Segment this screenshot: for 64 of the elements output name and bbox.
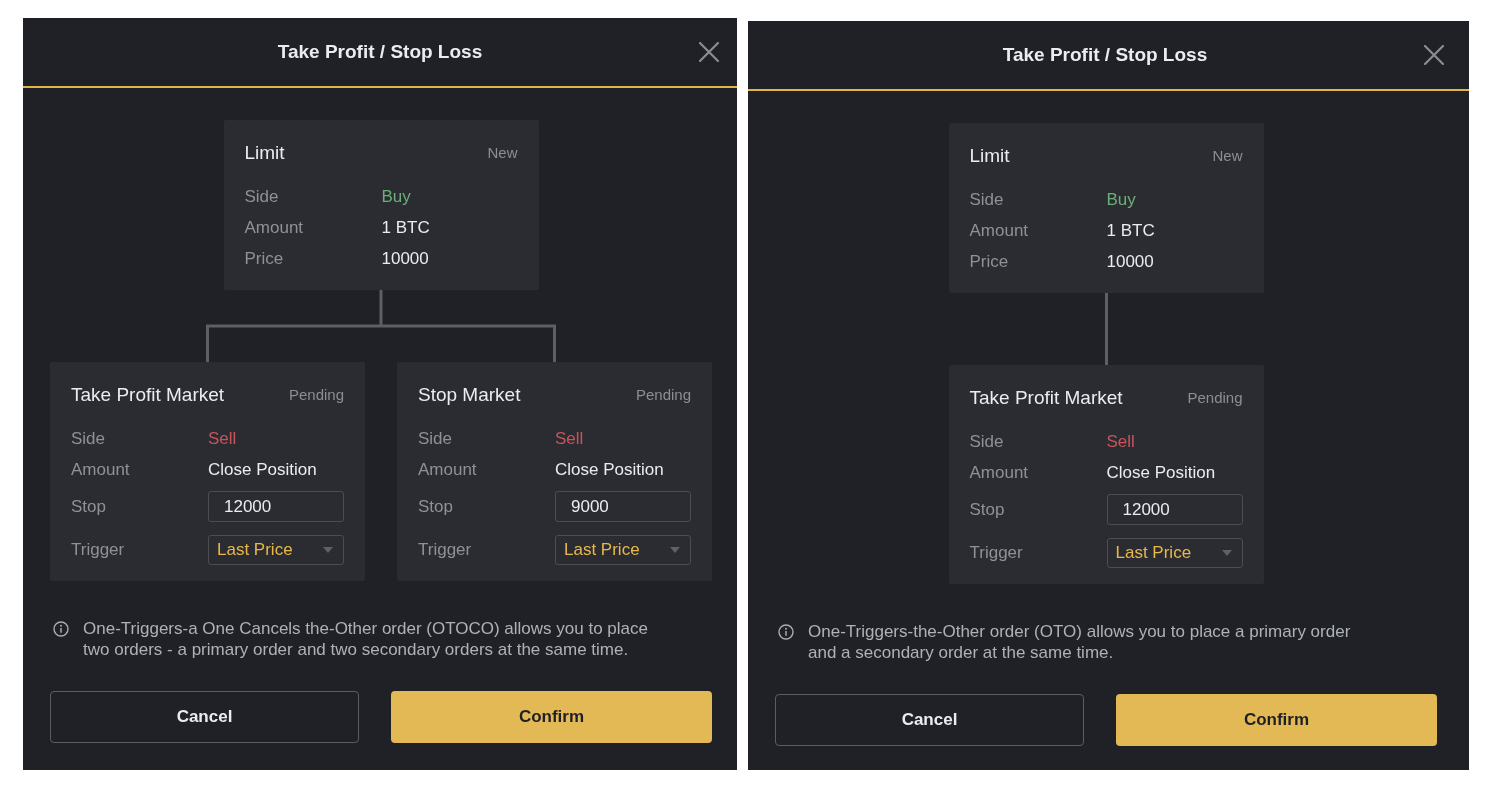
side-value: Sell <box>208 427 237 450</box>
side-value: Sell <box>1106 430 1135 453</box>
connector-lines <box>1104 293 1108 365</box>
info-icon <box>778 624 794 640</box>
field-label: Stop <box>71 495 107 518</box>
field-value: Close Position <box>555 458 664 481</box>
caret-icon <box>1221 549 1232 556</box>
field-value: 10000 <box>381 247 429 270</box>
field-label: Amount <box>969 461 1030 484</box>
stop-input[interactable]: 12000 <box>1106 494 1243 525</box>
field-label: Amount <box>244 216 305 239</box>
cancel-button[interactable]: Cancel <box>775 694 1084 746</box>
field-label: Side <box>244 185 280 208</box>
close-icon <box>1424 45 1444 65</box>
dialog-title: Take Profit / Stop Loss <box>1002 42 1208 67</box>
field-value: 1 BTC <box>1106 219 1155 242</box>
field-label: Price <box>244 247 285 270</box>
caret-icon <box>670 546 680 553</box>
field-value: 1 BTC <box>381 216 430 239</box>
side-value: Buy <box>381 185 411 208</box>
order-status: New <box>487 142 518 163</box>
field-label: Trigger <box>418 538 473 561</box>
field-label: Side <box>969 188 1005 211</box>
trigger-dropdown[interactable]: Last Price <box>1106 537 1243 568</box>
order-status: Pending <box>1187 387 1243 408</box>
field-label: Side <box>418 427 454 450</box>
close-button[interactable] <box>1423 44 1445 66</box>
trigger-dropdown[interactable]: Last Price <box>208 534 344 565</box>
field-value: Close Position <box>1106 461 1216 484</box>
confirm-button[interactable]: Confirm <box>1116 694 1437 746</box>
field-label: Stop <box>418 495 454 518</box>
order-type: Take Profit Market <box>71 382 225 407</box>
order-type: Stop Market <box>418 382 521 407</box>
field-label: Amount <box>969 219 1030 242</box>
field-label: Side <box>71 427 107 450</box>
order-type: Limit <box>969 143 1010 168</box>
close-button[interactable] <box>698 41 720 63</box>
field-value: Close Position <box>208 458 317 481</box>
field-label: Price <box>969 250 1010 273</box>
field-value: 10000 <box>1106 250 1154 273</box>
order-status: New <box>1212 145 1243 166</box>
trigger-dropdown[interactable]: Last Price <box>555 534 691 565</box>
field-label: Trigger <box>969 541 1024 564</box>
dialog-title: Take Profit / Stop Loss <box>277 39 483 64</box>
info-text: One-Triggers-the-Other order (OTO) allows you to place a primary order and a secondary order at the same time. <box>808 621 1352 663</box>
field-label: Amount <box>418 458 478 481</box>
info-text: One-Triggers-a One Cancels the-Other order (OTOCO) allows you to place two orders - a primary order and two secondary orders at the same time. <box>83 618 649 660</box>
field-label: Trigger <box>71 538 126 561</box>
info-icon <box>53 621 69 637</box>
order-status: Pending <box>288 384 344 405</box>
field-label: Amount <box>71 458 131 481</box>
stop-input[interactable]: 9000 <box>555 491 691 522</box>
field-label: Side <box>969 430 1005 453</box>
order-type: Take Profit Market <box>969 385 1123 410</box>
caret-icon <box>323 546 333 553</box>
cancel-button[interactable]: Cancel <box>50 691 359 743</box>
order-status: Pending <box>635 384 691 405</box>
side-value: Buy <box>1106 188 1136 211</box>
field-label: Stop <box>969 498 1006 521</box>
order-type: Limit <box>244 140 285 165</box>
stop-input[interactable]: 12000 <box>208 491 344 522</box>
confirm-button[interactable]: Confirm <box>391 691 712 743</box>
side-value: Sell <box>555 427 584 450</box>
close-icon <box>699 42 719 62</box>
